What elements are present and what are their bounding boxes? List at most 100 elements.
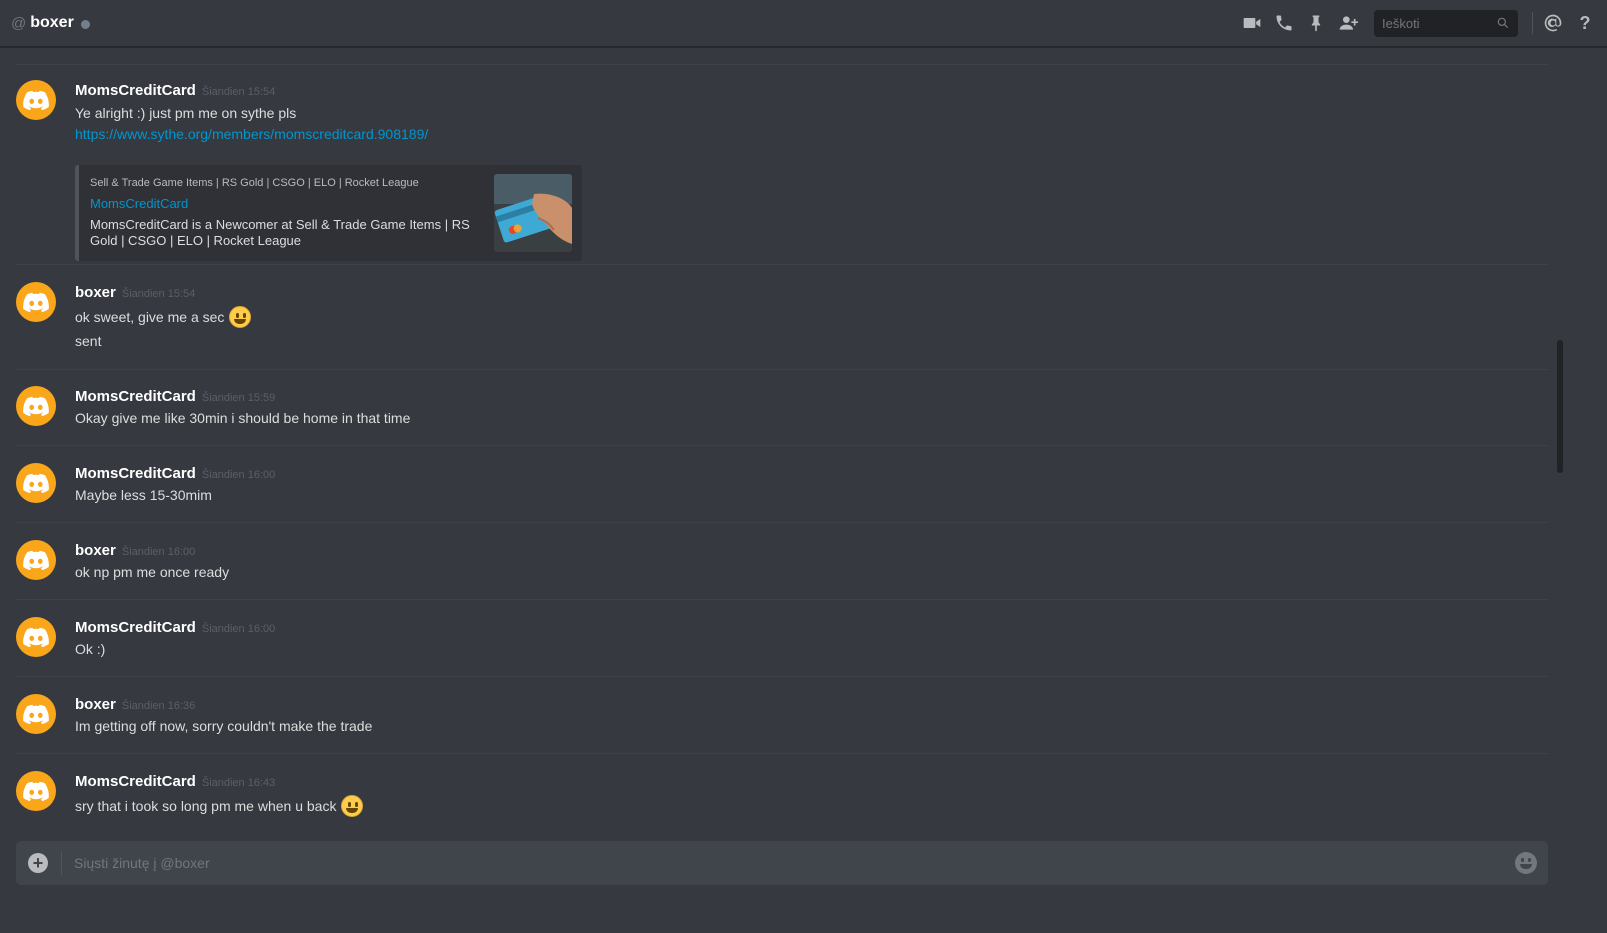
composer-divider <box>61 851 62 875</box>
author-name[interactable]: MomsCreditCard <box>75 465 196 482</box>
message-divider <box>16 599 1548 600</box>
video-call-button[interactable] <box>1236 7 1268 39</box>
message-header: boxer Šiandien 16:36 <box>75 696 195 713</box>
message-text: sry that i took so long pm me when u bac… <box>75 795 364 817</box>
divider <box>16 64 1548 65</box>
timestamp: Šiandien 15:59 <box>201 392 276 404</box>
message-group: MomsCreditCard Šiandien 15:54 Ye alright… <box>16 80 1548 265</box>
message-text: sent <box>75 333 102 349</box>
at-icon: @ <box>11 14 27 32</box>
message-group: MomsCreditCard Šiandien 16:00 Ok :) <box>16 617 1548 677</box>
message-text: Okay give me like 30min i should be home… <box>75 410 411 426</box>
message-divider <box>16 369 1548 370</box>
avatar[interactable] <box>16 386 56 426</box>
smiley-emoji-icon <box>229 306 252 328</box>
author-name[interactable]: boxer <box>75 696 116 713</box>
toolbar-divider <box>1532 12 1533 34</box>
author-name[interactable]: MomsCreditCard <box>75 619 196 636</box>
avatar[interactable] <box>16 282 56 322</box>
timestamp: Šiandien 16:36 <box>121 700 196 712</box>
message-group: MomsCreditCard Šiandien 15:59 Okay give … <box>16 386 1548 446</box>
discord-logo-icon <box>23 473 49 493</box>
message-text: ok np pm me once ready <box>75 564 230 580</box>
discord-logo-icon <box>23 627 49 647</box>
timestamp: Šiandien 16:00 <box>201 469 276 481</box>
smiley-emoji-icon <box>341 795 364 817</box>
link-embed: Sell & Trade Game Items | RS Gold | CSGO… <box>75 165 582 261</box>
embed-thumbnail[interactable] <box>494 174 572 252</box>
discord-logo-icon <box>23 550 49 570</box>
embed-description: MomsCreditCard is a Newcomer at Sell & T… <box>90 217 470 248</box>
help-button[interactable]: ? <box>1569 7 1601 39</box>
author-name[interactable]: MomsCreditCard <box>75 773 196 790</box>
help-icon: ? <box>1579 12 1591 33</box>
add-friend-icon <box>1339 16 1358 30</box>
avatar[interactable] <box>16 540 56 580</box>
search-bar[interactable] <box>1374 9 1518 37</box>
discord-logo-icon <box>23 704 49 724</box>
avatar[interactable] <box>16 617 56 657</box>
message-link[interactable]: https://www.sythe.org/members/momscredit… <box>75 126 428 142</box>
timestamp: Šiandien 16:00 <box>201 623 276 635</box>
message-input[interactable] <box>74 852 1474 874</box>
message-group: MomsCreditCard Šiandien 16:43 sry that i… <box>16 771 1548 830</box>
timestamp: Šiandien 15:54 <box>121 288 196 300</box>
message-text: Ye alright :) just pm me on sythe pls <box>75 105 297 121</box>
search-input[interactable] <box>1382 15 1492 31</box>
message-header: MomsCreditCard Šiandien 16:00 <box>75 619 275 636</box>
message-text: ok sweet, give me a sec <box>75 306 252 328</box>
avatar[interactable] <box>16 694 56 734</box>
add-friend-button[interactable] <box>1332 7 1364 39</box>
plus-icon: + <box>32 853 44 873</box>
timestamp: Šiandien 16:43 <box>201 777 276 789</box>
message-text: Maybe less 15-30mim <box>75 487 212 503</box>
voice-call-button[interactable] <box>1268 7 1300 39</box>
message-composer: + <box>16 841 1548 885</box>
voice-call-icon <box>1276 15 1292 31</box>
author-name[interactable]: MomsCreditCard <box>75 388 196 405</box>
status-indicator <box>80 20 90 29</box>
channel-header: @ boxer ? <box>0 0 1607 47</box>
message-group: boxer Šiandien 16:36 Im getting off now,… <box>16 694 1548 754</box>
message-group: MomsCreditCard Šiandien 16:00 Maybe less… <box>16 463 1548 523</box>
message-header: MomsCreditCard Šiandien 15:59 <box>75 388 275 405</box>
author-name[interactable]: boxer <box>75 284 116 301</box>
discord-logo-icon <box>23 90 49 110</box>
author-name[interactable]: MomsCreditCard <box>75 82 196 99</box>
message-divider <box>16 264 1548 265</box>
pin-icon <box>1311 15 1321 32</box>
timestamp: Šiandien 16:00 <box>121 546 196 558</box>
header-toolbar: ? <box>1236 0 1607 46</box>
dm-recipient-name[interactable]: boxer <box>30 14 74 32</box>
embed-provider: Sell & Trade Game Items | RS Gold | CSGO… <box>90 177 419 189</box>
timestamp: Šiandien 15:54 <box>201 86 276 98</box>
message-header: boxer Šiandien 15:54 <box>75 284 195 301</box>
avatar[interactable] <box>16 80 56 120</box>
mentions-button[interactable] <box>1537 7 1569 39</box>
avatar[interactable] <box>16 771 56 811</box>
message-divider <box>16 676 1548 677</box>
emoji-picker-icon[interactable] <box>1515 852 1537 874</box>
message-divider <box>16 522 1548 523</box>
embed-title-link[interactable]: MomsCreditCard <box>90 196 188 211</box>
message-list[interactable]: MomsCreditCard Šiandien 15:54 Ye alright… <box>0 47 1556 830</box>
message-header: MomsCreditCard Šiandien 15:54 <box>75 82 275 99</box>
message-divider <box>16 753 1548 754</box>
message-header: MomsCreditCard Šiandien 16:43 <box>75 773 275 790</box>
discord-logo-icon <box>23 292 49 312</box>
author-name[interactable]: boxer <box>75 542 116 559</box>
message-group: boxer Šiandien 16:00 ok np pm me once re… <box>16 540 1548 600</box>
mention-icon <box>1544 14 1562 32</box>
discord-logo-icon <box>23 396 49 416</box>
upload-button[interactable]: + <box>28 853 48 873</box>
discord-logo-icon <box>23 781 49 801</box>
message-header: MomsCreditCard Šiandien 16:00 <box>75 465 275 482</box>
message-header: boxer Šiandien 16:00 <box>75 542 195 559</box>
pinned-messages-button[interactable] <box>1300 7 1332 39</box>
scrollbar-thumb[interactable] <box>1557 340 1563 473</box>
avatar[interactable] <box>16 463 56 503</box>
message-group: boxer Šiandien 15:54 ok sweet, give me a… <box>16 282 1548 370</box>
message-text: Im getting off now, sorry couldn't make … <box>75 718 373 734</box>
message-divider <box>16 445 1548 446</box>
video-call-icon <box>1243 18 1261 28</box>
